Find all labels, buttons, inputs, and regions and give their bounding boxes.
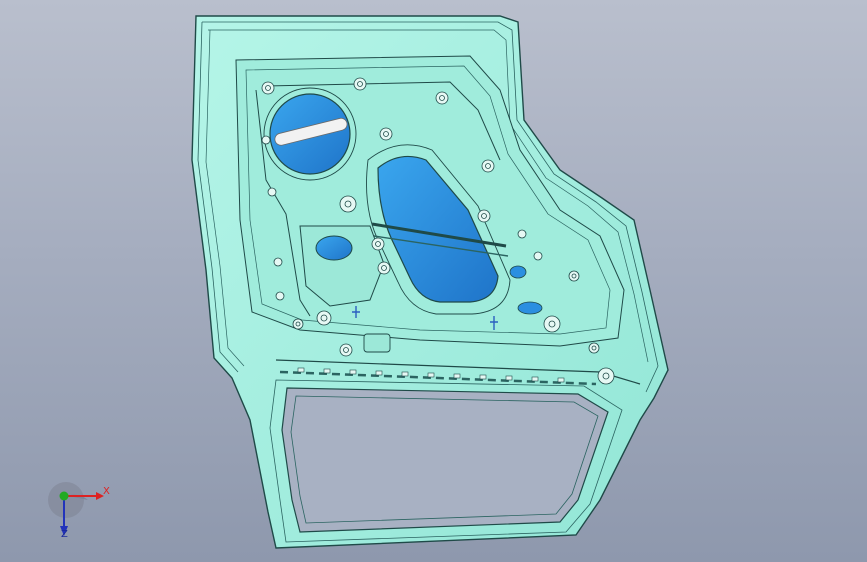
x-axis-label: X	[103, 486, 110, 497]
orientation-triad: X Z	[44, 480, 114, 542]
door-panel-model[interactable]	[0, 0, 867, 562]
lock-access-hole[interactable]	[315, 235, 353, 261]
z-axis-label: Z	[61, 529, 68, 540]
small-access-hole-1[interactable]	[509, 265, 527, 279]
y-axis-point	[59, 491, 69, 501]
handle-slot[interactable]	[363, 333, 391, 353]
graphics-viewport[interactable]: X Z	[0, 0, 867, 562]
small-access-hole-2[interactable]	[517, 301, 543, 315]
